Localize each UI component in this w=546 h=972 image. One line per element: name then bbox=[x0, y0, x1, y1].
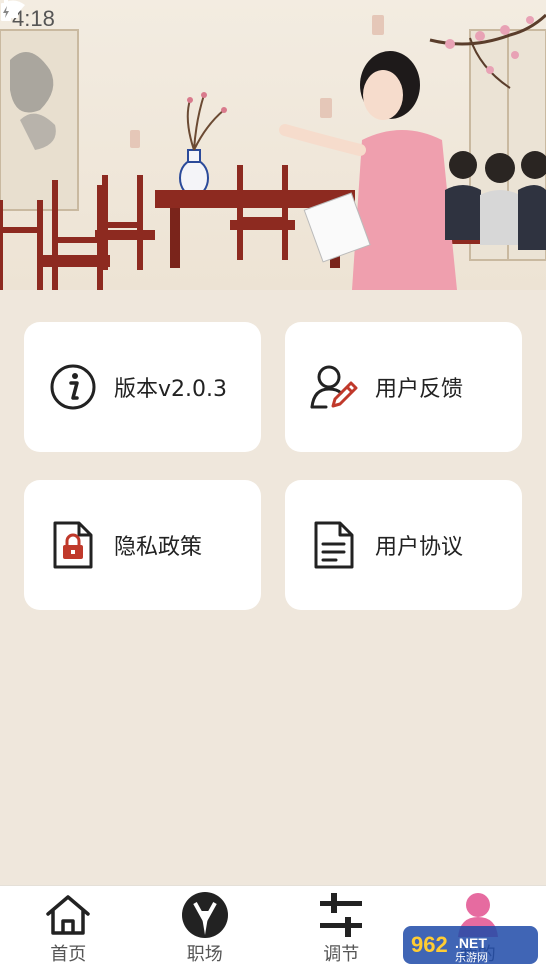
site-watermark-logo: 962 .NET 乐游网 bbox=[403, 922, 538, 968]
nav-label-home: 首页 bbox=[50, 944, 87, 965]
document-icon bbox=[309, 520, 359, 570]
home-icon bbox=[43, 892, 93, 938]
nav-item-adjust[interactable]: 调节 bbox=[273, 886, 410, 972]
nav-item-home[interactable]: 首页 bbox=[0, 886, 137, 972]
svg-text:乐游网: 乐游网 bbox=[455, 951, 488, 964]
svg-text:962: 962 bbox=[411, 932, 448, 957]
agreement-label: 用户协议 bbox=[375, 535, 464, 560]
office-meeting-illustration bbox=[0, 13, 546, 290]
status-bar: 4:18 bbox=[0, 0, 546, 38]
version-label: 版本v2.0.3 bbox=[114, 377, 227, 402]
privacy-label: 隐私政策 bbox=[114, 535, 203, 560]
svg-text:.NET: .NET bbox=[455, 935, 487, 951]
privacy-doc-icon bbox=[48, 520, 98, 570]
version-card[interactable]: 版本v2.0.3 bbox=[24, 322, 261, 452]
nav-label-adjust: 调节 bbox=[323, 944, 360, 965]
adjust-icon bbox=[316, 892, 366, 938]
nav-label-workplace: 职场 bbox=[186, 944, 223, 965]
privacy-card[interactable]: 隐私政策 bbox=[24, 480, 261, 610]
banner-illustration: 4:18 bbox=[0, 0, 546, 290]
workplace-icon bbox=[180, 892, 230, 938]
info-icon bbox=[48, 362, 98, 412]
agreement-card[interactable]: 用户协议 bbox=[285, 480, 522, 610]
user-edit-icon bbox=[309, 362, 359, 412]
feedback-card[interactable]: 用户反馈 bbox=[285, 322, 522, 452]
battery-icon bbox=[1, 0, 11, 21]
nav-item-workplace[interactable]: 职场 bbox=[137, 886, 274, 972]
feedback-label: 用户反馈 bbox=[375, 377, 464, 402]
